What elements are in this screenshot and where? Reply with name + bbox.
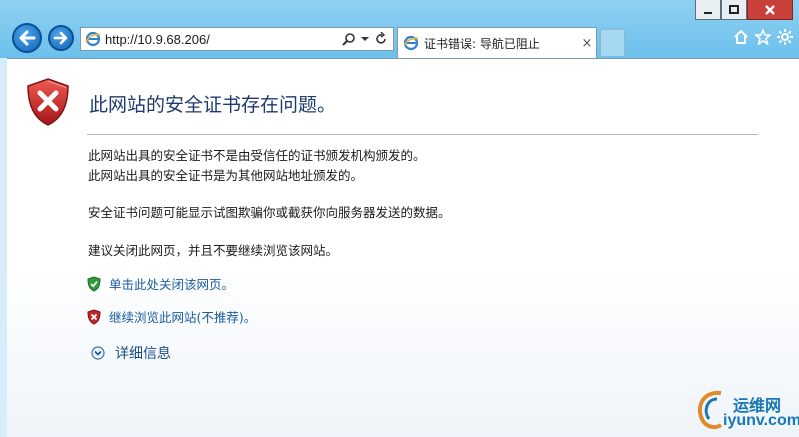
warning-text-line-3: 安全证书问题可能显示试图欺骗你或截获你向服务器发送的数据。 [88,205,451,220]
back-button[interactable] [12,23,42,53]
watermark: 运维网 iyunv.com [693,385,799,435]
dropdown-icon[interactable] [361,35,369,43]
error-page: 此网站的安全证书存在问题。 此网站出具的安全证书不是由受信任的证书颁发机构颁发的… [7,58,799,437]
tab-close-button[interactable]: × [578,36,596,51]
page-title: 此网站的安全证书存在问题。 [89,93,337,116]
close-page-row[interactable]: 单击此处关闭该网页。 [87,274,234,293]
title-divider [87,134,758,135]
address-tools [342,32,393,46]
warning-text-line-1: 此网站出具的安全证书不是由受信任的证书颁发机构颁发的。 [88,148,426,163]
favorites-star-icon[interactable] [755,29,771,45]
watermark-en: iyunv.com [723,412,799,429]
minimize-icon [704,11,712,14]
window-controls [695,0,793,20]
ie-page-icon [85,31,101,47]
address-bar[interactable]: http://10.9.68.206/ [80,27,394,51]
close-icon [765,4,775,15]
maximize-button[interactable] [721,0,747,20]
more-info-toggle[interactable]: 详细信息 [91,343,171,363]
refresh-icon[interactable] [374,32,388,46]
forward-arrow-icon [53,31,68,45]
recommendation-text: 建议关闭此网页，并且不要继续浏览该网站。 [88,243,339,258]
new-tab-button[interactable] [600,29,625,56]
title-row: 此网站的安全证书存在问题。 [25,77,336,127]
more-info-label[interactable]: 详细信息 [115,343,171,363]
red-shield-x-icon [27,78,69,126]
gear-icon[interactable] [777,29,793,45]
back-arrow-icon [19,30,36,46]
tab-title: 证书错误: 导航已阻止 [424,36,540,51]
continue-row[interactable]: 继续浏览此网站(不推荐)。 [87,307,256,326]
tab-certificate-error[interactable]: 证书错误: 导航已阻止 × [397,27,597,58]
green-shield-check-icon [87,275,101,292]
home-icon[interactable] [733,29,749,45]
forward-button[interactable] [48,25,74,51]
search-icon[interactable] [342,32,356,46]
toolbar-icons [733,29,793,45]
close-window-button[interactable] [747,0,793,20]
red-shield-x-small-icon [87,308,101,325]
close-page-link[interactable]: 单击此处关闭该网页。 [109,274,234,293]
warning-text-line-2: 此网站出具的安全证书是为其他网站地址颁发的。 [88,168,364,183]
ie-tab-icon [403,35,419,51]
minimize-button[interactable] [695,0,721,20]
address-text[interactable]: http://10.9.68.206/ [105,32,342,47]
maximize-icon [729,4,739,14]
browser-chrome: http://10.9.68.206/ 证书错误: 导航已阻止 × [0,0,799,58]
continue-to-site-link[interactable]: 继续浏览此网站(不推荐)。 [109,307,256,326]
chevron-down-circle-icon [91,346,105,360]
